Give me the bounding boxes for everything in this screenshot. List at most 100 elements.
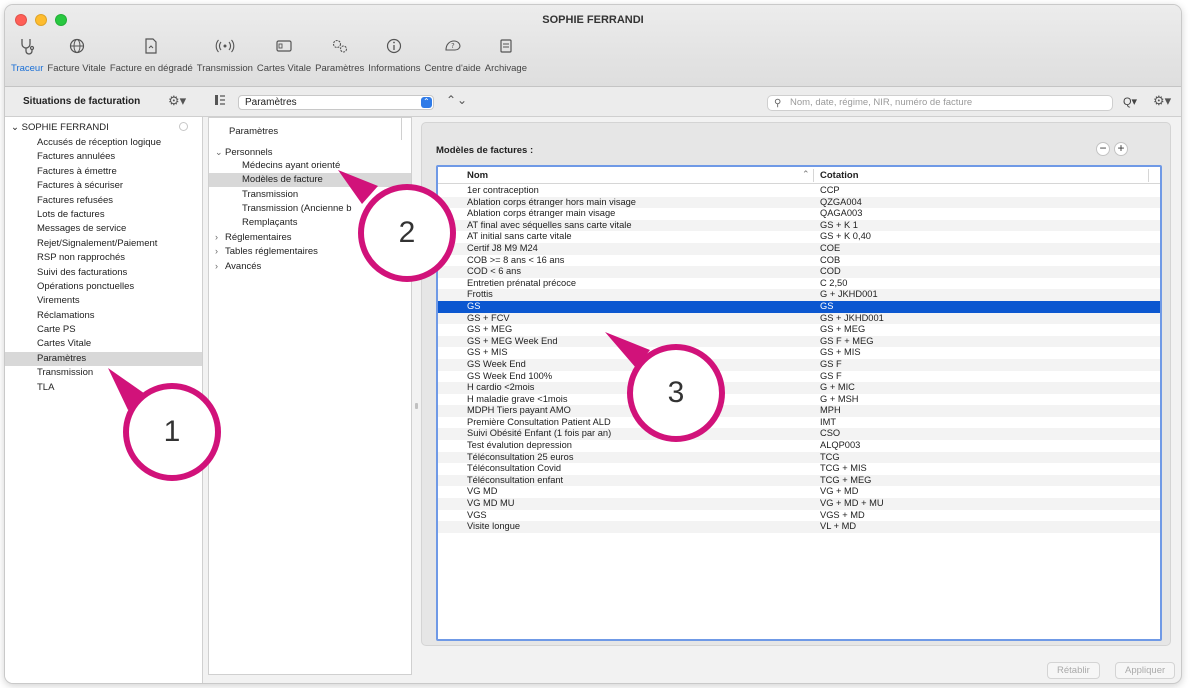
sidebar-item[interactable]: Accusés de réception logique: [5, 136, 202, 150]
callout-1: 1: [123, 383, 221, 481]
tree-item-label: Modèles de facture: [242, 174, 323, 186]
retablir-button[interactable]: Rétablir: [1047, 662, 1100, 679]
sidebar-item[interactable]: Suivi des facturations: [5, 266, 202, 280]
appliquer-button[interactable]: Appliquer: [1115, 662, 1176, 679]
column-header-nom[interactable]: Nom: [467, 170, 488, 181]
table-row[interactable]: Suivi Obésité Enfant (1 fois par an) CSO: [438, 428, 1160, 441]
sidebar-item[interactable]: Factures à émettre: [5, 165, 202, 179]
table-row[interactable]: Visite longue VL + MD: [438, 521, 1160, 533]
table-row[interactable]: Téléconsultation Covid TCG + MIS: [438, 463, 1160, 475]
cell-cotation: GS + MEG: [820, 324, 866, 335]
cell-cotation: CCP: [820, 185, 840, 195]
chevron-right-icon[interactable]: ›: [215, 244, 225, 258]
table-row[interactable]: 1er contraception CCP: [438, 185, 1160, 197]
search-options-icon[interactable]: Q▾: [1123, 95, 1137, 108]
table-row[interactable]: VG MD MU VG + MD + MU: [438, 498, 1160, 510]
sidebar-item[interactable]: Virements: [5, 294, 202, 308]
sidebar-item[interactable]: Carte PS: [5, 323, 202, 337]
toolbar-label: Facture Vitale: [47, 63, 106, 74]
table-row[interactable]: AT initial sans carte vitale GS + K 0,40: [438, 231, 1160, 243]
cell-cotation: G + JKHD001: [820, 289, 878, 300]
table-row[interactable]: MDPH Tiers payant AMO MPH: [438, 405, 1160, 417]
sidebar-item[interactable]: Factures annulées: [5, 150, 202, 164]
sidebar-item[interactable]: Factures refusées: [5, 194, 202, 208]
table-body: 1er contraception CCP Ablation corps étran…: [438, 185, 1160, 533]
table-row[interactable]: Test évalution depression ALQP003: [438, 440, 1160, 452]
sidebar-item[interactable]: Paramètres: [5, 351, 202, 367]
list-toggle-icon[interactable]: [214, 94, 226, 106]
table-row[interactable]: Téléconsultation enfant TCG + MEG: [438, 474, 1160, 487]
table-row[interactable]: Certif J8 M9 M24 COE: [438, 242, 1160, 255]
section-select-value: Paramètres: [245, 97, 297, 108]
gear-dropdown-icon[interactable]: ⚙▾: [168, 93, 186, 109]
toolbar-parametres[interactable]: Paramètres: [315, 35, 364, 74]
table-row[interactable]: Ablation corps étranger main visage QAGA0…: [438, 208, 1160, 220]
cell-nom: Certif J8 M9 M24: [467, 242, 538, 253]
sidebar-item[interactable]: RSP non rapprochés: [5, 251, 202, 265]
tree-item[interactable]: Modèles de facture: [209, 173, 411, 188]
table-row[interactable]: COB >= 8 ans < 16 ans COB: [438, 255, 1160, 267]
tree-item[interactable]: ⌄ Personnels: [209, 145, 411, 159]
sidebar-item[interactable]: Messages de service: [5, 222, 202, 236]
toolbar-centre-aide[interactable]: ? Centre d'aide: [425, 35, 481, 74]
toolbar-cartes-vitale[interactable]: Cartes Vitale: [257, 35, 311, 74]
table-row[interactable]: H maladie grave <1mois G + MSH: [438, 394, 1160, 406]
toolbar-traceur[interactable]: Traceur: [11, 35, 43, 74]
section-select[interactable]: Paramètres: [238, 95, 434, 110]
table-row[interactable]: Première Consultation Patient ALD IMT: [438, 417, 1160, 429]
up-down-arrows-icon[interactable]: ⌃⌄: [446, 93, 468, 107]
toolbar-archivage[interactable]: Archivage: [485, 35, 527, 74]
help-icon: ?: [440, 35, 466, 57]
toolbar-transmission[interactable]: Transmission: [197, 35, 253, 74]
table-row[interactable]: AT final avec séquelles sans carte vital…: [438, 219, 1160, 232]
table-row[interactable]: Téléconsultation 25 euros TCG: [438, 451, 1160, 464]
cell-cotation: TCG: [820, 451, 840, 462]
sidebar-item[interactable]: Lots de factures: [5, 208, 202, 222]
column-header-cotation[interactable]: Cotation: [820, 170, 859, 181]
chevron-down-icon[interactable]: ⌄: [215, 145, 225, 159]
sidebar-root[interactable]: ⌄ SOPHIE FERRANDI: [11, 122, 109, 133]
table-row[interactable]: GS Week End GS F: [438, 358, 1160, 371]
table-row[interactable]: Entretien prénatal précoce C 2,50: [438, 278, 1160, 290]
column-separator: [813, 169, 814, 182]
tree-item[interactable]: Médecins ayant orienté: [209, 159, 411, 173]
sidebar-item[interactable]: Transmission: [5, 366, 202, 380]
table-row[interactable]: VG MD VG + MD: [438, 486, 1160, 498]
table-row[interactable]: GS + MIS GS + MIS: [438, 347, 1160, 359]
table-row[interactable]: GS Week End 100% GS F: [438, 371, 1160, 383]
chevron-right-icon[interactable]: ›: [215, 259, 225, 273]
situations-title: Situations de facturation: [23, 96, 141, 107]
cell-nom: Frottis: [467, 289, 493, 300]
stethoscope-icon: [14, 35, 40, 57]
table-row[interactable]: Ablation corps étranger hors main visage…: [438, 196, 1160, 209]
cell-cotation: COE: [820, 242, 841, 253]
table-row[interactable]: COD < 6 ans COD: [438, 266, 1160, 278]
table-row[interactable]: GS + MEG Week End GS F + MEG: [438, 335, 1160, 348]
search-field[interactable]: ⚲ Nom, date, régime, NIR, numéro de fact…: [767, 95, 1113, 111]
cell-cotation: GS + JKHD001: [820, 312, 884, 323]
sidebar-item[interactable]: Opérations ponctuelles: [5, 280, 202, 294]
toolbar-facture-degrade[interactable]: Facture en dégradé: [110, 35, 193, 74]
sidebar-item[interactable]: Factures à sécuriser: [5, 179, 202, 193]
table-row[interactable]: VGS VGS + MD: [438, 510, 1160, 522]
table-row[interactable]: GS GS: [438, 300, 1160, 313]
table-row[interactable]: H cardio <2mois G + MIC: [438, 382, 1160, 394]
table-row[interactable]: GS + FCV GS + JKHD001: [438, 312, 1160, 325]
cell-nom: COD < 6 ans: [467, 266, 521, 277]
globe-icon: [64, 35, 90, 57]
card-icon: [271, 35, 297, 57]
toolbar-informations[interactable]: Informations: [368, 35, 421, 74]
remove-model-button[interactable]: −: [1096, 142, 1110, 156]
sidebar-item[interactable]: Cartes Vitale: [5, 337, 202, 351]
table-row[interactable]: GS + MEG GS + MEG: [438, 324, 1160, 336]
toolbar-facture-vitale[interactable]: Facture Vitale: [47, 35, 106, 74]
settings-gear-icon[interactable]: ⚙▾: [1153, 93, 1171, 109]
add-model-button[interactable]: +: [1114, 142, 1128, 156]
chevron-right-icon[interactable]: ›: [215, 230, 225, 244]
sidebar-item[interactable]: Réclamations: [5, 309, 202, 323]
cell-nom: Première Consultation Patient ALD: [467, 416, 611, 427]
sidebar-item[interactable]: Rejet/Signalement/Paiement: [5, 237, 202, 251]
table-row[interactable]: Frottis G + JKHD001: [438, 289, 1160, 301]
svg-text:?: ?: [451, 42, 455, 50]
cell-cotation: VGS + MD: [820, 509, 865, 520]
